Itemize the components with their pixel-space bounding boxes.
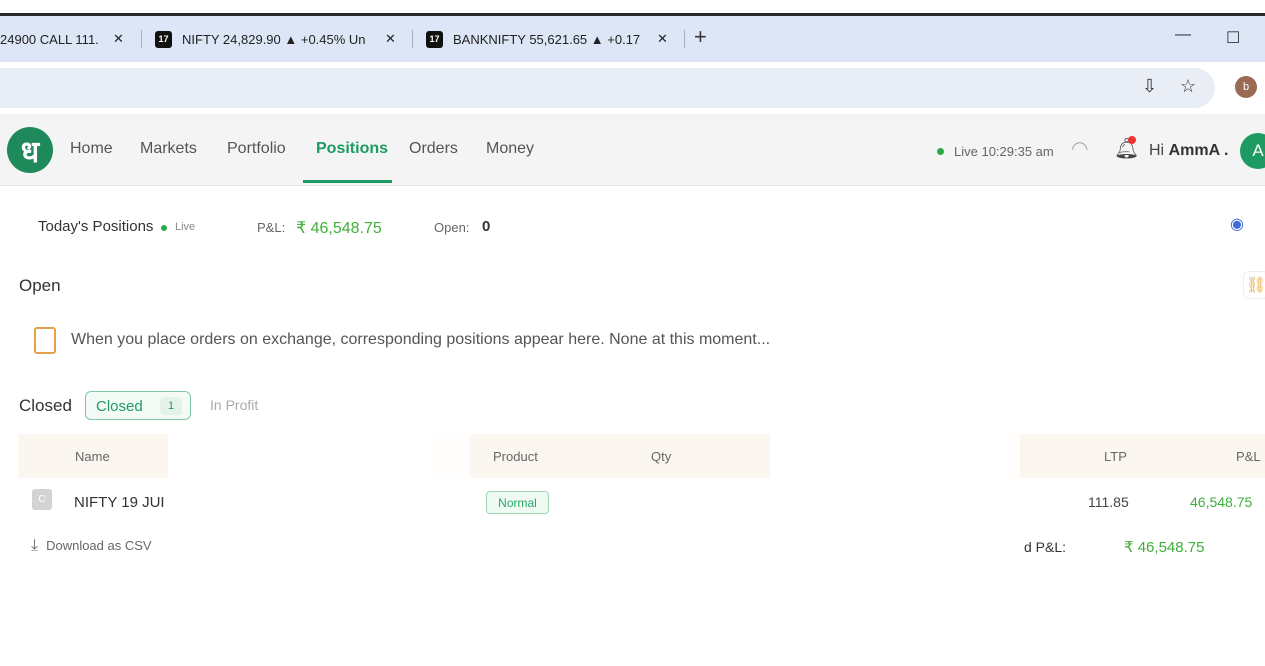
realised-pnl-value: ₹ 46,548.75 [1124, 539, 1205, 556]
download-icon: ⤓ [31, 537, 39, 554]
closed-section-title: Closed [19, 396, 72, 415]
realised-pnl-label: d P&L: [1024, 539, 1067, 555]
maximize-icon[interactable]: ☐ [1226, 28, 1240, 48]
tab-title: NIFTY 24,829.90 ▲ +0.45% Un [182, 31, 366, 47]
chip-count: 1 [160, 397, 182, 415]
summary-title: Today's Positions [38, 218, 154, 235]
browser-profile-avatar[interactable]: b [1235, 76, 1257, 98]
open-section-title: Open [19, 276, 61, 295]
column-qty[interactable]: Qty [651, 449, 671, 464]
bookmark-star-icon[interactable]: ☆ [1180, 76, 1196, 97]
greeting-prefix: Hi [1149, 142, 1165, 159]
eye-icon[interactable]: ◉ [1230, 214, 1244, 234]
nav-markets[interactable]: Markets [140, 140, 197, 158]
install-app-icon[interactable]: ⇩ [1142, 76, 1157, 97]
instrument-name[interactable]: NIFTY 19 JUI [74, 494, 165, 511]
open-count-label: Open: [434, 220, 470, 235]
live-label: Live [175, 221, 196, 233]
new-tab-plus-icon[interactable]: + [694, 24, 707, 50]
column-product[interactable]: Product [493, 449, 538, 464]
minimize-icon[interactable]: — [1175, 26, 1191, 44]
app-header: ध Home Markets Portfolio Positions Order… [0, 114, 1265, 186]
connection-wifi-icon: ◠ [1071, 138, 1089, 160]
blur-overlay [170, 426, 470, 566]
product-badge: Normal [486, 491, 549, 514]
blur-overlay [770, 426, 1020, 566]
tradingview-favicon-icon: 17 [155, 30, 172, 48]
market-status: Live 10:29:35 am [937, 144, 1054, 159]
close-tab-icon[interactable]: ✕ [113, 16, 124, 62]
nav-orders[interactable]: Orders [409, 140, 458, 158]
browser-toolbar: ⇩ ☆ b [0, 62, 1265, 114]
pnl-label: P&L: [257, 220, 286, 235]
close-tab-icon[interactable]: ✕ [385, 16, 396, 62]
notification-bell-icon[interactable]: 🔔︎ [1114, 136, 1139, 161]
window-top-edge [0, 0, 1265, 16]
app-logo[interactable]: ध [7, 127, 53, 173]
column-pnl[interactable]: P&L [1236, 449, 1261, 464]
tab-title: BANKNIFTY 55,621.65 ▲ +0.17 [453, 31, 641, 47]
live-clock: Live 10:29:35 am [954, 144, 1054, 159]
open-count-value: 0 [482, 218, 491, 235]
nav-money[interactable]: Money [486, 140, 534, 158]
browser-tab-option[interactable]: 24900 CALL 111. [0, 16, 110, 62]
browser-tab-nifty[interactable]: 17 NIFTY 24,829.90 ▲ +0.45% Un [155, 16, 370, 62]
in-profit-filter-chip[interactable]: In Profit [210, 397, 258, 413]
nav-home[interactable]: Home [70, 140, 113, 158]
closed-filter-chip[interactable]: Closed 1 [85, 391, 191, 420]
active-tab-indicator [303, 180, 392, 183]
ltp-value: 111.85 [1088, 494, 1129, 510]
call-option-icon: C [32, 489, 52, 510]
tradingview-favicon-icon: 17 [426, 30, 443, 48]
user-name: AmmA . [1168, 142, 1229, 159]
browser-tab-banknifty[interactable]: 17 BANKNIFTY 55,621.65 ▲ +0.17 [426, 16, 646, 62]
pnl-value: ₹ 46,548.75 [296, 220, 382, 237]
nav-portfolio[interactable]: Portfolio [227, 140, 286, 158]
empty-positions-message: When you place orders on exchange, corre… [71, 331, 771, 348]
live-dot [161, 225, 167, 231]
chip-label: Closed [96, 398, 143, 415]
column-name[interactable]: Name [75, 449, 110, 464]
browser-tab-bar: 24900 CALL 111. ✕ 17 NIFTY 24,829.90 ▲ +… [0, 16, 1265, 62]
address-bar[interactable] [0, 68, 1215, 108]
live-status-dot [937, 148, 944, 155]
download-label: Download as CSV [46, 538, 152, 553]
positions-summary: Today's Positions Live P&L: ₹ 46,548.75 … [20, 204, 1265, 244]
tab-title: 24900 CALL 111. [0, 31, 99, 47]
link-icon[interactable]: ⛓ [1243, 271, 1265, 299]
pnl-cell-value: 46,548.75 [1190, 494, 1253, 510]
user-avatar[interactable]: A [1240, 133, 1265, 169]
nav-positions[interactable]: Positions [316, 140, 388, 158]
close-tab-icon[interactable]: ✕ [657, 16, 668, 62]
user-greeting[interactable]: Hi AmmA . [1149, 142, 1228, 160]
document-icon [34, 327, 56, 354]
download-csv-link[interactable]: ⤓ Download as CSV [31, 537, 152, 555]
blur-overlay [280, 390, 780, 426]
column-ltp[interactable]: LTP [1104, 449, 1127, 464]
